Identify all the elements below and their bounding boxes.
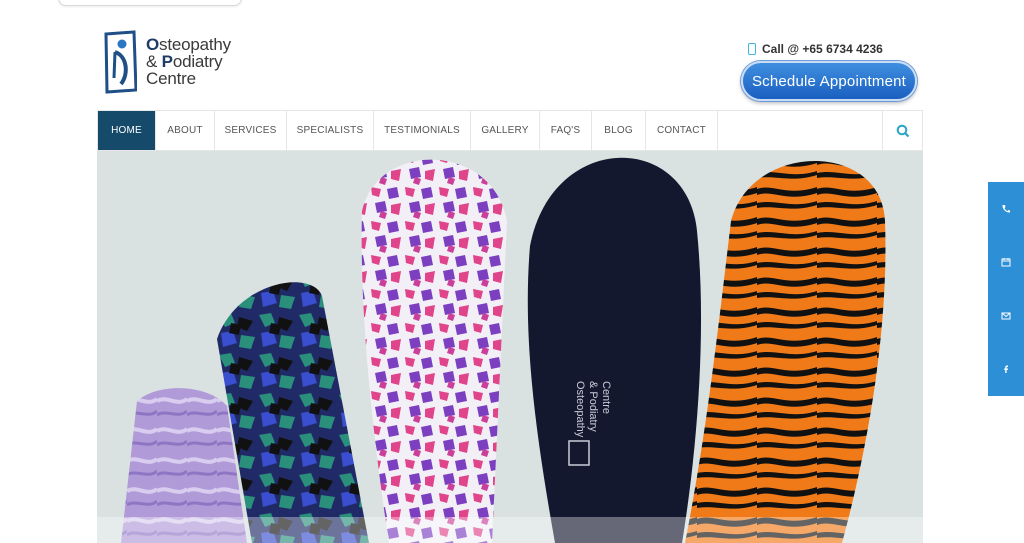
nav-gallery[interactable]: GALLERY (471, 111, 540, 150)
page: Osteopathy & Podiatry Centre Call @ +65 … (0, 0, 1024, 543)
call-text: Call @ +65 6734 4236 (762, 42, 883, 56)
nav-about[interactable]: ABOUT (156, 111, 215, 150)
contact-sidebar (988, 182, 1024, 396)
search-icon (896, 124, 909, 137)
phone-icon (748, 43, 756, 55)
nav-specialists[interactable]: SPECIALISTS (287, 111, 374, 150)
logo-line-1: Osteopathy (146, 35, 231, 54)
logo-line-2: & Podiatry (146, 52, 223, 71)
nav-services[interactable]: SERVICES (215, 111, 287, 150)
nav-testimonials[interactable]: TESTIMONIALS (374, 111, 471, 150)
hero-caption-bar (97, 517, 923, 543)
logo-text: Osteopathy & Podiatry Centre (146, 36, 231, 87)
nav-contact[interactable]: CONTACT (646, 111, 718, 150)
site-logo[interactable]: Osteopathy & Podiatry Centre (103, 30, 253, 96)
sidebar-calendar[interactable] (988, 236, 1024, 289)
nav-faqs[interactable]: FAQ'S (540, 111, 592, 150)
nav-blog[interactable]: BLOG (592, 111, 646, 150)
search-button[interactable] (882, 111, 922, 150)
nav-home[interactable]: HOME (98, 111, 156, 150)
logo-line-3: Centre (146, 69, 196, 88)
calendar-icon (1001, 258, 1011, 267)
sidebar-mail[interactable] (988, 289, 1024, 342)
call-link[interactable]: Call @ +65 6734 4236 (748, 42, 883, 56)
hero-image: Osteopathy & Podiatry Centre (97, 151, 923, 543)
hero-slider: Osteopathy & Podiatry Centre (97, 151, 923, 543)
sidebar-facebook[interactable] (988, 343, 1024, 396)
mail-icon (1001, 312, 1011, 320)
sidebar-phone[interactable] (988, 182, 1024, 235)
schedule-appointment-button[interactable]: Schedule Appointment (741, 61, 917, 101)
top-tab[interactable] (58, 0, 242, 6)
insole-text-1: Osteopathy (574, 381, 586, 438)
insole-text-3: Centre (600, 381, 612, 414)
insole-text-2: & Podiatry (587, 381, 599, 432)
logo-icon (104, 30, 137, 94)
facebook-icon (1004, 365, 1008, 374)
main-nav: HOME ABOUT SERVICES SPECIALISTS TESTIMON… (97, 110, 923, 151)
phone-icon (1002, 204, 1010, 213)
